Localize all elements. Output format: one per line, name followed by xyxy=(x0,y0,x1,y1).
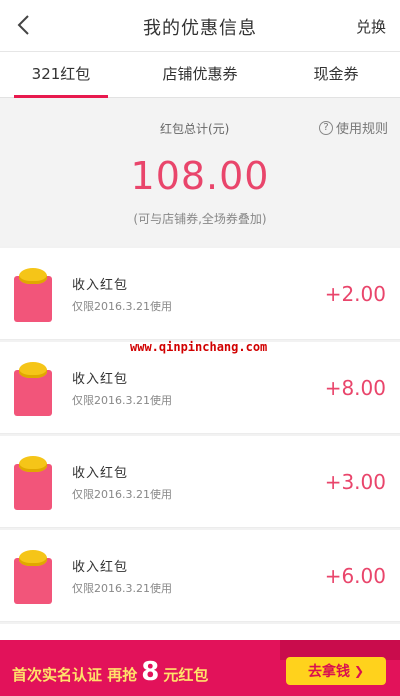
list-item[interactable]: 收入红包 仅限2016.3.21使用 +2.00 xyxy=(0,248,400,340)
promo-number: 8 xyxy=(141,657,160,687)
tab-red-packets[interactable]: 321红包 xyxy=(14,52,108,98)
item-amount: +8.00 xyxy=(324,376,386,400)
top-nav-bar: 我的优惠信息 兑换 xyxy=(0,0,400,52)
item-title: 收入红包 xyxy=(72,372,129,387)
item-amount: +3.00 xyxy=(324,470,386,494)
page-title: 我的优惠信息 xyxy=(143,18,257,39)
red-envelope-icon xyxy=(14,456,52,510)
tab-bar: 321红包 店铺优惠券 现金券 xyxy=(0,52,400,98)
usage-rules-label: 使用规则 xyxy=(335,122,388,137)
red-envelope-icon xyxy=(14,362,52,416)
list-item[interactable]: 收入红包 仅限2016.3.21使用 +3.00 xyxy=(0,436,400,528)
watermark-text: www.qinpinchang.com xyxy=(130,340,268,354)
item-title: 收入红包 xyxy=(72,560,129,575)
total-amount: 108.00 xyxy=(130,154,270,198)
redeem-button[interactable]: 兑换 xyxy=(356,16,386,37)
item-amount: +6.00 xyxy=(324,564,386,588)
item-date: 仅限2016.3.21使用 xyxy=(72,488,172,501)
tab-cash-coupons[interactable]: 现金券 xyxy=(296,52,376,98)
chevron-right-icon: ❯ xyxy=(353,664,365,678)
promo-text-post: 元红包 xyxy=(163,666,209,684)
promo-text: 首次实名认证 再抢 8 元红包 xyxy=(12,657,208,687)
get-money-label: 去拿钱 xyxy=(307,664,350,680)
item-date: 仅限2016.3.21使用 xyxy=(72,300,172,313)
total-label: 红包总计(元) xyxy=(160,122,230,136)
get-money-button[interactable]: 去拿钱 ❯ xyxy=(286,657,386,685)
item-date: 仅限2016.3.21使用 xyxy=(72,582,172,595)
red-envelope-icon xyxy=(14,268,52,322)
item-title: 收入红包 xyxy=(72,466,129,481)
item-title: 收入红包 xyxy=(72,278,129,293)
promo-text-pre: 首次实名认证 再抢 xyxy=(12,666,138,684)
usage-rules-link[interactable]: ? 使用规则 xyxy=(318,118,388,137)
promo-banner[interactable]: 首次实名认证 再抢 8 元红包 去拿钱 ❯ xyxy=(0,640,400,696)
list-item[interactable]: 收入红包 仅限2016.3.21使用 +6.00 xyxy=(0,530,400,622)
red-packet-summary: 红包总计(元) ? 使用规则 108.00 (可与店铺券,全场券叠加) xyxy=(0,98,400,246)
item-date: 仅限2016.3.21使用 xyxy=(72,394,172,407)
help-icon: ? xyxy=(318,120,333,135)
tab-store-coupons[interactable]: 店铺优惠券 xyxy=(150,52,250,98)
red-envelope-icon xyxy=(14,550,52,604)
stacking-note: (可与店铺券,全场券叠加) xyxy=(133,212,267,226)
item-amount: +2.00 xyxy=(324,282,386,306)
list-item[interactable]: 收入红包 仅限2016.3.21使用 +8.00 xyxy=(0,342,400,434)
